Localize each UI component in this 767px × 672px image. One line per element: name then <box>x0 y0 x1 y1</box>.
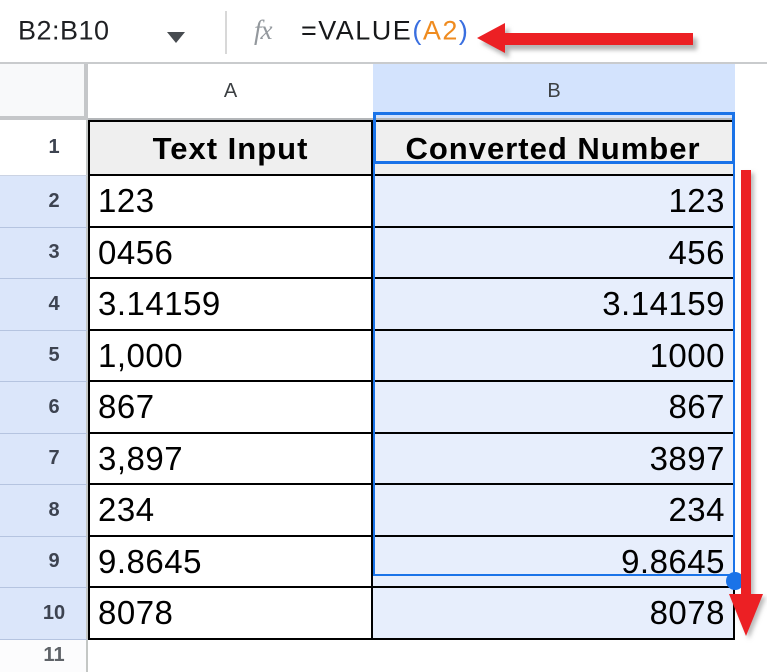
row-header[interactable]: 10 <box>0 588 88 640</box>
cell-converted-number[interactable]: 3.14159 <box>373 279 735 331</box>
header-cell-text-input[interactable]: Text Input <box>88 120 373 176</box>
header-cell-converted-number[interactable]: Converted Number <box>373 120 735 176</box>
row-header[interactable]: 4 <box>0 279 88 331</box>
row-header[interactable]: 6 <box>0 382 88 434</box>
empty-cell[interactable] <box>88 639 373 672</box>
cell-text-input[interactable]: 3,897 <box>88 433 373 485</box>
cell-converted-number[interactable]: 8078 <box>373 588 735 640</box>
select-all-corner[interactable] <box>0 64 88 120</box>
cell-text-input[interactable]: 123 <box>88 176 373 228</box>
cell-converted-number[interactable]: 123 <box>373 176 735 228</box>
formula-cell-reference: A2 <box>422 15 459 46</box>
row-header[interactable]: 7 <box>0 433 88 485</box>
cell-text-input[interactable]: 1,000 <box>88 330 373 382</box>
formula-bar: B2:B10 fx =VALUE(A2) <box>0 0 767 64</box>
formula-function: =VALUE <box>301 15 413 46</box>
cell-converted-number[interactable]: 9.8645 <box>373 536 735 588</box>
cell-text-input[interactable]: 8078 <box>88 588 373 640</box>
name-box-dropdown-icon[interactable] <box>167 32 185 43</box>
row-header[interactable]: 9 <box>0 536 88 588</box>
cell-converted-number[interactable]: 3897 <box>373 433 735 485</box>
google-sheets-screenshot: B2:B10 fx =VALUE(A2) A B 1 Text Input Co… <box>0 0 767 672</box>
fx-icon: fx <box>254 14 272 45</box>
cell-text-input[interactable]: 9.8645 <box>88 536 373 588</box>
cell-text-input[interactable]: 234 <box>88 485 373 537</box>
toolbar-divider <box>225 11 227 54</box>
row-header[interactable]: 3 <box>0 227 88 279</box>
row-header[interactable]: 2 <box>0 176 88 228</box>
column-header-a[interactable]: A <box>88 64 373 120</box>
cell-text-input[interactable]: 3.14159 <box>88 279 373 331</box>
row-header[interactable]: 8 <box>0 485 88 537</box>
formula-input[interactable]: =VALUE(A2) <box>301 16 469 47</box>
formula-close-paren: ) <box>458 15 470 46</box>
cell-text-input[interactable]: 867 <box>88 382 373 434</box>
cell-converted-number[interactable]: 456 <box>373 227 735 279</box>
spreadsheet-grid: A B 1 Text Input Converted Number 2 123 … <box>0 64 735 672</box>
cell-converted-number[interactable]: 1000 <box>373 330 735 382</box>
empty-cell[interactable] <box>373 639 735 672</box>
column-header-b[interactable]: B <box>373 64 735 120</box>
row-header[interactable]: 11 <box>0 639 88 672</box>
row-header[interactable]: 5 <box>0 330 88 382</box>
formula-open-paren: ( <box>412 15 423 46</box>
name-box[interactable]: B2:B10 <box>18 16 110 47</box>
cell-converted-number[interactable]: 234 <box>373 485 735 537</box>
cell-text-input[interactable]: 0456 <box>88 227 373 279</box>
row-header[interactable]: 1 <box>0 120 88 176</box>
annotation-arrow-left-icon <box>477 23 693 54</box>
cell-converted-number[interactable]: 867 <box>373 382 735 434</box>
fill-handle[interactable] <box>726 572 744 590</box>
